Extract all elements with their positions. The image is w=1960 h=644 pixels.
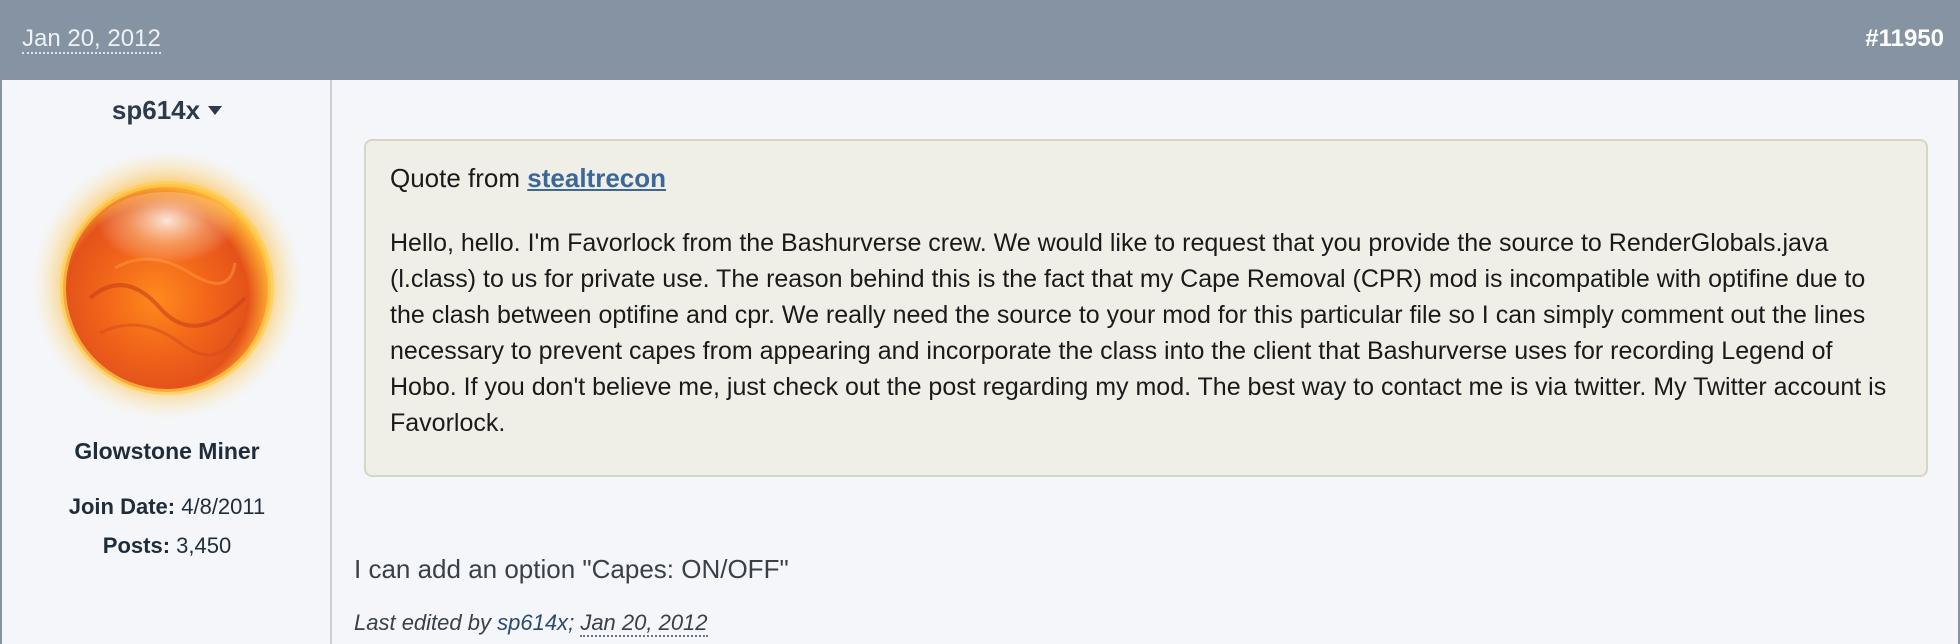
username-menu[interactable]: sp614x xyxy=(2,95,332,126)
last-edited-by[interactable]: sp614x xyxy=(497,610,568,635)
forum-post: Jan 20, 2012 #11950 sp614x Glowstone Min… xyxy=(0,0,1960,644)
last-edited-prefix: Last edited by xyxy=(354,610,491,635)
quote-author-link[interactable]: stealtrecon xyxy=(527,163,666,193)
last-edited-date: Jan 20, 2012 xyxy=(580,610,708,637)
username[interactable]: sp614x xyxy=(112,95,200,125)
avatar xyxy=(30,148,304,422)
user-info-panel: sp614x Glowstone Miner Join Date: 4/8/20… xyxy=(2,80,332,644)
quote-block: Quote from stealtrecon Hello, hello. I'm… xyxy=(364,139,1928,477)
post-date: Jan 20, 2012 xyxy=(22,25,161,54)
posts-count-row: Posts: 3,450 xyxy=(2,533,332,559)
posts-value: 3,450 xyxy=(176,533,232,558)
join-date-value: 4/8/2011 xyxy=(181,494,266,519)
last-edited-note: Last edited by sp614x; Jan 20, 2012 xyxy=(354,610,708,637)
post-content: Quote from stealtrecon Hello, hello. I'm… xyxy=(332,80,1958,644)
chevron-down-icon[interactable] xyxy=(208,105,223,115)
user-rank-title: Glowstone Miner xyxy=(74,438,260,464)
quote-header: Quote from stealtrecon xyxy=(390,161,1902,195)
post-message: I can add an option "Capes: ON/OFF" xyxy=(354,554,789,584)
join-date-row: Join Date: 4/8/2011 xyxy=(2,494,332,520)
quote-body: Hello, hello. I'm Favorlock from the Bas… xyxy=(390,229,1887,437)
post-number-link[interactable]: #11950 xyxy=(1865,26,1944,52)
quote-prefix: Quote from xyxy=(390,163,521,193)
glowing-sun-orb-icon xyxy=(31,149,303,421)
posts-label: Posts: xyxy=(102,533,171,558)
last-edited-separator: ; xyxy=(568,610,575,635)
post-header: Jan 20, 2012 #11950 xyxy=(2,0,1960,80)
join-date-label: Join Date: xyxy=(68,494,176,519)
